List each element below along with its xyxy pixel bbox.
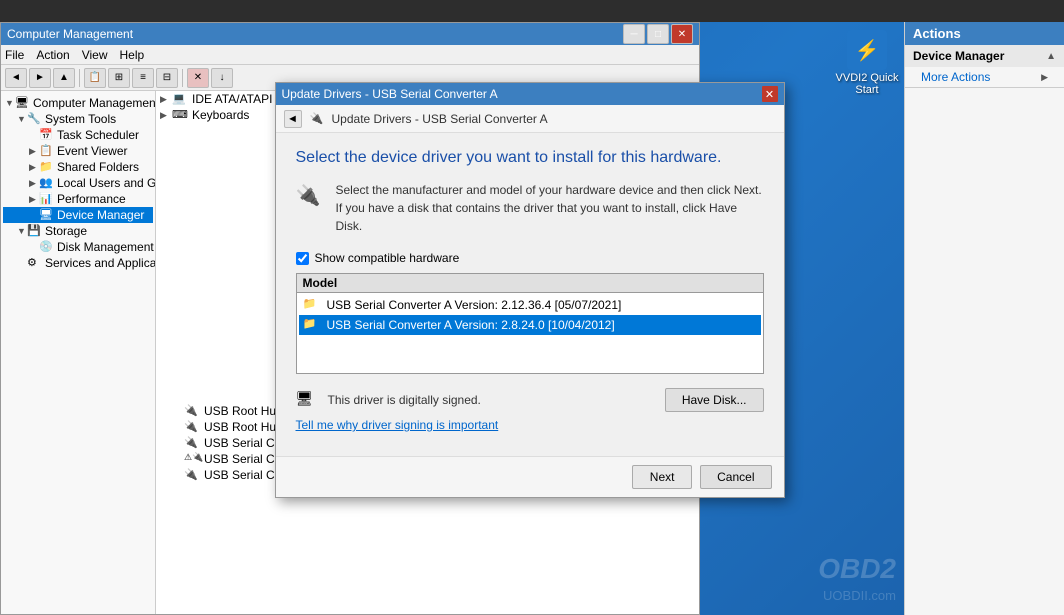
toolbar-icon2[interactable]: ≡	[132, 68, 154, 88]
modal-footer: Next Cancel	[276, 456, 784, 497]
model-item-2-label: USB Serial Converter A Version: 2.8.24.0…	[327, 318, 615, 332]
have-disk-btn[interactable]: Have Disk...	[665, 388, 764, 412]
desktop: Computer Management ─ □ ✕ File Action Vi…	[0, 0, 1064, 615]
sidebar-item-storage[interactable]: ▼ 💾 Storage	[3, 223, 153, 239]
digital-sign-row: 🖥 This driver is digitally signed. Have …	[296, 388, 764, 412]
menu-view[interactable]: View	[82, 48, 108, 62]
next-btn[interactable]: Next	[632, 465, 692, 489]
sidebar-item-services-apps[interactable]: ⚙ Services and Applications	[3, 255, 153, 271]
driver-signing-link[interactable]: Tell me why driver signing is important	[296, 418, 764, 432]
modal-dialog: Update Drivers - USB Serial Converter A …	[275, 82, 785, 498]
menu-action[interactable]: Action	[36, 48, 69, 62]
action-more-actions-arrow: ▶	[1041, 72, 1048, 83]
digital-sign-icon: 🖥	[296, 390, 320, 410]
sidebar-item-system-tools[interactable]: ▼ 🔧 System Tools	[3, 111, 153, 127]
actions-section-device-manager: Device Manager ▲ More Actions ▶	[905, 45, 1064, 88]
action-more-actions-label: More Actions	[921, 70, 990, 84]
sidebar-item-task-scheduler[interactable]: 📅 Task Scheduler	[3, 127, 153, 143]
modal-overlay: Update Drivers - USB Serial Converter A …	[155, 22, 904, 615]
sidebar-disk-management-label: Disk Management	[57, 240, 154, 254]
modal-body: Select the device driver you want to ins…	[276, 133, 784, 456]
sidebar-services-apps-label: Services and Applications	[45, 256, 156, 270]
toolbar-up[interactable]: ▲	[53, 68, 75, 88]
sidebar-storage-label: Storage	[45, 224, 87, 238]
top-bar	[0, 0, 1064, 22]
show-compatible-label: Show compatible hardware	[315, 251, 460, 265]
digital-sign-text: This driver is digitally signed.	[328, 393, 481, 407]
action-more-actions[interactable]: More Actions ▶	[905, 67, 1064, 87]
modal-nav-title-text: Update Drivers - USB Serial Converter A	[332, 112, 548, 126]
modal-description-icon: 🔌	[296, 183, 324, 208]
toolbar-back[interactable]: ◄	[5, 68, 27, 88]
sidebar-device-manager-label: Device Manager	[57, 208, 144, 222]
actions-title: Actions	[905, 22, 1064, 45]
model-item-1-icon: 📁	[303, 297, 321, 313]
sidebar-local-users-label: Local Users and Groups	[57, 176, 156, 190]
actions-panel: Actions Device Manager ▲ More Actions ▶	[904, 22, 1064, 615]
modal-nav-back[interactable]: ◄	[284, 110, 302, 128]
menu-help[interactable]: Help	[120, 48, 145, 62]
sidebar-item-event-viewer[interactable]: ▶ 📋 Event Viewer	[3, 143, 153, 159]
modal-title-bar: Update Drivers - USB Serial Converter A …	[276, 83, 784, 105]
sidebar-performance-label: Performance	[57, 192, 126, 206]
sidebar-item-local-users[interactable]: ▶ 👥 Local Users and Groups	[3, 175, 153, 191]
sidebar-event-viewer-label: Event Viewer	[57, 144, 127, 158]
modal-description-row: 🔌 Select the manufacturer and model of y…	[296, 181, 764, 235]
modal-nav: ◄ 🔌 Update Drivers - USB Serial Converte…	[276, 105, 784, 133]
show-compatible-checkbox[interactable]	[296, 252, 309, 265]
sidebar-item-shared-folders[interactable]: ▶ 📁 Shared Folders	[3, 159, 153, 175]
model-item-2-icon: 📁	[303, 317, 321, 333]
modal-nav-title: 🔌 Update Drivers - USB Serial Converter …	[310, 112, 548, 126]
sidebar-shared-folders-label: Shared Folders	[57, 160, 139, 174]
menu-file[interactable]: File	[5, 48, 24, 62]
cancel-btn[interactable]: Cancel	[700, 465, 771, 489]
toolbar-icon1[interactable]: ⊞	[108, 68, 130, 88]
usb-icon: 🔌	[310, 112, 326, 126]
checkbox-row: Show compatible hardware	[296, 251, 764, 265]
toolbar-show-hide[interactable]: 📋	[84, 68, 106, 88]
toolbar-forward[interactable]: ►	[29, 68, 51, 88]
sidebar-system-tools-label: System Tools	[45, 112, 116, 126]
model-item-1-label: USB Serial Converter A Version: 2.12.36.…	[327, 298, 622, 312]
sidebar-root-label: Computer Management (Local)	[33, 96, 156, 110]
sidebar-item-disk-management[interactable]: 💿 Disk Management	[3, 239, 153, 255]
actions-section-header-device-manager[interactable]: Device Manager ▲	[905, 45, 1064, 67]
modal-title: Update Drivers - USB Serial Converter A	[282, 87, 498, 101]
model-list-container: Model 📁 USB Serial Converter A Version: …	[296, 273, 764, 374]
model-list-header: Model	[297, 274, 763, 293]
modal-close-btn[interactable]: ✕	[762, 86, 778, 102]
actions-section-arrow: ▲	[1046, 51, 1056, 62]
sidebar: ▼ 🖥 Computer Management (Local) ▼ 🔧 Syst…	[1, 91, 156, 614]
sidebar-item-performance[interactable]: ▶ 📊 Performance	[3, 191, 153, 207]
modal-description-text: Select the manufacturer and model of you…	[336, 181, 764, 235]
sidebar-item-device-manager[interactable]: 🖥 Device Manager	[3, 207, 153, 223]
model-item-1[interactable]: 📁 USB Serial Converter A Version: 2.12.3…	[299, 295, 761, 315]
sidebar-task-scheduler-label: Task Scheduler	[57, 128, 139, 142]
model-list: 📁 USB Serial Converter A Version: 2.12.3…	[297, 293, 763, 373]
model-item-2[interactable]: 📁 USB Serial Converter A Version: 2.8.24…	[299, 315, 761, 335]
modal-heading: Select the device driver you want to ins…	[296, 149, 764, 167]
cm-title: Computer Management	[7, 27, 133, 41]
actions-section-device-manager-label: Device Manager	[913, 49, 1004, 63]
sidebar-root-item[interactable]: ▼ 🖥 Computer Management (Local)	[3, 95, 153, 111]
